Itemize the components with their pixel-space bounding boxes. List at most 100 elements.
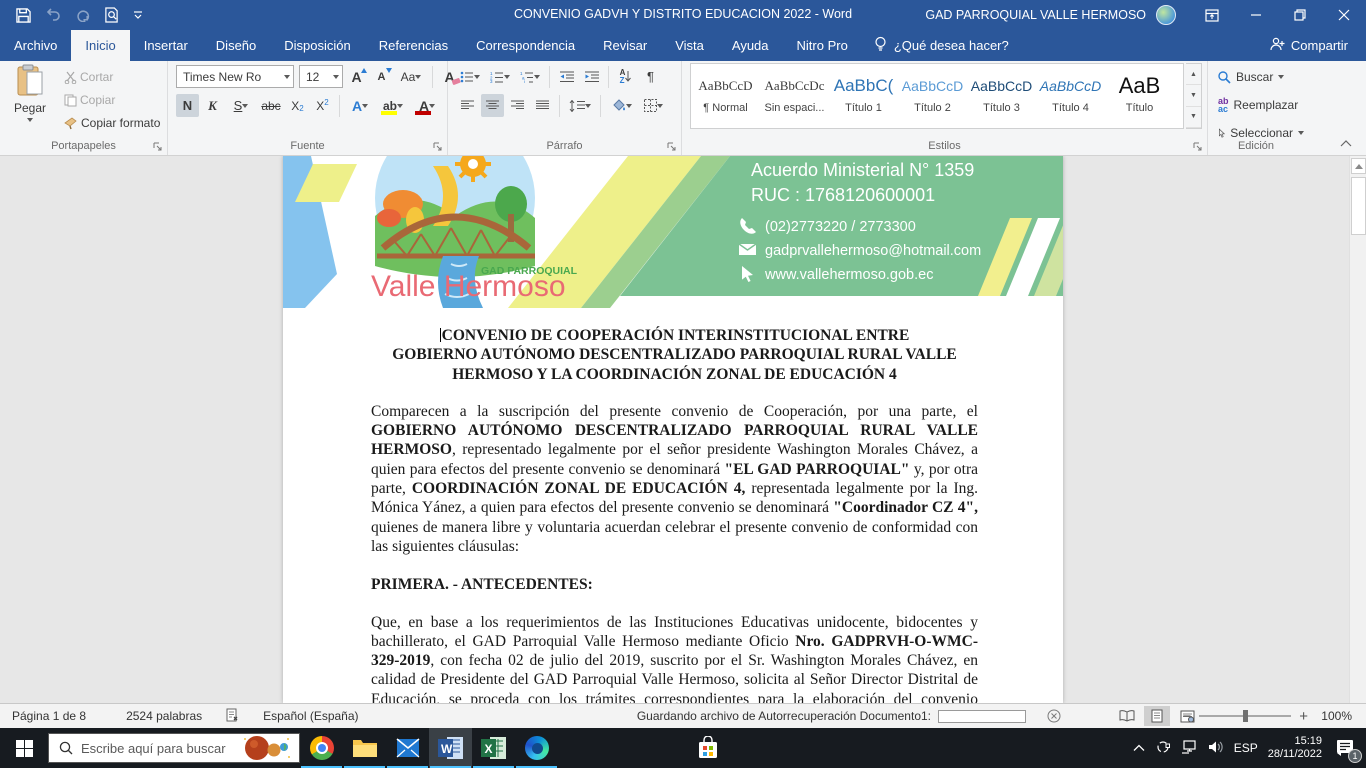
- styles-scrollbar[interactable]: ▲▼▼: [1186, 63, 1202, 129]
- tab-nitro-pro[interactable]: Nitro Pro: [783, 30, 862, 61]
- account-avatar[interactable]: [1156, 5, 1176, 25]
- zoom-slider[interactable]: [1199, 715, 1291, 717]
- increase-indent-button[interactable]: [580, 65, 603, 88]
- start-button[interactable]: [0, 728, 48, 768]
- action-center-icon[interactable]: 1: [1332, 735, 1358, 761]
- zoom-slider-thumb[interactable]: [1243, 710, 1248, 722]
- numbering-button[interactable]: 123: [486, 65, 514, 88]
- print-preview-icon[interactable]: [104, 7, 119, 23]
- taskbar-explorer-icon[interactable]: [343, 728, 386, 768]
- volume-icon[interactable]: [1208, 740, 1224, 757]
- format-painter-button[interactable]: Copiar formato: [60, 111, 164, 135]
- borders-button[interactable]: [638, 94, 668, 117]
- taskbar-search-input[interactable]: Escribe aquí para buscar: [48, 733, 300, 763]
- tab-revisar[interactable]: Revisar: [589, 30, 661, 61]
- clipboard-dialog-launcher[interactable]: [153, 142, 163, 152]
- vertical-scrollbar[interactable]: [1349, 156, 1366, 703]
- font-dialog-launcher[interactable]: [433, 142, 443, 152]
- style-normal[interactable]: AaBbCcD¶ Normal: [691, 64, 760, 128]
- highlight-button[interactable]: ab: [377, 94, 409, 117]
- multilevel-list-button[interactable]: 1ai: [516, 65, 544, 88]
- taskbar-edge-icon[interactable]: [515, 728, 558, 768]
- zoom-percentage[interactable]: 100%: [1316, 709, 1352, 723]
- tab-inicio[interactable]: Inicio: [71, 30, 129, 61]
- document-page[interactable]: Valle Hermoso GAD PARROQUIAL Acuerdo Min…: [283, 156, 1063, 703]
- language-indicator[interactable]: ESP: [1234, 741, 1258, 755]
- font-family-combo[interactable]: Times New Ro: [176, 65, 294, 88]
- grow-font-button[interactable]: A: [345, 65, 368, 88]
- replace-button[interactable]: abac Reemplazar: [1208, 93, 1304, 117]
- zoom-in-button[interactable]: +: [1299, 708, 1308, 725]
- tab-disposicion[interactable]: Disposición: [270, 30, 364, 61]
- justify-button[interactable]: [531, 94, 554, 117]
- close-button[interactable]: [1322, 0, 1366, 30]
- copy-button[interactable]: Copiar: [60, 88, 119, 112]
- taskbar-excel-icon[interactable]: X: [472, 728, 515, 768]
- bullets-button[interactable]: [456, 65, 484, 88]
- shading-button[interactable]: [606, 94, 636, 117]
- underline-button[interactable]: S: [226, 94, 256, 117]
- ribbon-display-options-button[interactable]: [1190, 0, 1234, 30]
- tray-expand-icon[interactable]: [1133, 741, 1145, 755]
- paste-button[interactable]: Pegar: [4, 64, 56, 136]
- paragraph-dialog-launcher[interactable]: [667, 142, 677, 152]
- minimize-button[interactable]: [1234, 0, 1278, 30]
- customize-qat-icon[interactable]: [133, 10, 143, 20]
- styles-dialog-launcher[interactable]: [1193, 142, 1203, 152]
- align-center-button[interactable]: [481, 94, 504, 117]
- find-button[interactable]: Buscar: [1208, 65, 1304, 89]
- cut-button[interactable]: Cortar: [60, 65, 117, 89]
- shrink-font-button[interactable]: A: [370, 65, 393, 88]
- line-spacing-button[interactable]: [565, 94, 595, 117]
- network-icon[interactable]: [1181, 740, 1198, 757]
- text-effects-button[interactable]: A: [345, 94, 375, 117]
- tab-insertar[interactable]: Insertar: [130, 30, 202, 61]
- tab-ayuda[interactable]: Ayuda: [718, 30, 783, 61]
- font-color-button[interactable]: A: [411, 94, 443, 117]
- language-indicator[interactable]: Español (España): [251, 709, 370, 723]
- print-layout-button[interactable]: [1144, 706, 1170, 726]
- bold-button[interactable]: N: [176, 94, 199, 117]
- taskbar-mail-icon[interactable]: [386, 728, 429, 768]
- scroll-up-button[interactable]: [1351, 158, 1366, 174]
- taskbar-store-icon[interactable]: [686, 728, 729, 768]
- zoom-out-button[interactable]: −: [1182, 708, 1191, 725]
- style-titulo-4[interactable]: AaBbCcDTítulo 4: [1036, 64, 1105, 128]
- italic-button[interactable]: K: [201, 94, 224, 117]
- collapse-ribbon-button[interactable]: [1340, 137, 1352, 151]
- word-count[interactable]: 2524 palabras: [114, 709, 214, 723]
- tab-archivo[interactable]: Archivo: [0, 30, 71, 61]
- document-body[interactable]: CONVENIO DE COOPERACIÓN INTERINSTITUCION…: [371, 308, 978, 703]
- read-mode-button[interactable]: [1114, 706, 1140, 726]
- strikethrough-button[interactable]: abc: [258, 94, 284, 117]
- restore-button[interactable]: [1278, 0, 1322, 30]
- taskbar-word-icon[interactable]: W: [429, 728, 472, 768]
- align-left-button[interactable]: [456, 94, 479, 117]
- style-titulo[interactable]: AaBTítulo: [1105, 64, 1174, 128]
- cancel-save-icon[interactable]: [1047, 709, 1061, 726]
- change-case-button[interactable]: Aa: [395, 65, 427, 88]
- tab-referencias[interactable]: Referencias: [365, 30, 462, 61]
- account-name[interactable]: GAD PARROQUIAL VALLE HERMOSO: [925, 8, 1146, 22]
- proofing-icon[interactable]: [214, 708, 251, 725]
- subscript-button[interactable]: X2: [286, 94, 309, 117]
- touch-keyboard-icon[interactable]: [1155, 740, 1171, 757]
- tab-correspondencia[interactable]: Correspondencia: [462, 30, 589, 61]
- sort-button[interactable]: AZ: [614, 65, 637, 88]
- tell-me-box[interactable]: ¿Qué desea hacer?: [862, 30, 1021, 61]
- redo-icon[interactable]: [75, 8, 90, 22]
- tray-clock[interactable]: 15:19 28/11/2022: [1268, 735, 1322, 761]
- show-marks-button[interactable]: ¶: [639, 65, 662, 88]
- tab-vista[interactable]: Vista: [661, 30, 718, 61]
- style-titulo-3[interactable]: AaBbCcDTítulo 3: [967, 64, 1036, 128]
- share-button[interactable]: Compartir: [1252, 30, 1366, 61]
- superscript-button[interactable]: X2: [311, 94, 334, 117]
- align-right-button[interactable]: [506, 94, 529, 117]
- font-size-combo[interactable]: 12: [299, 65, 343, 88]
- undo-icon[interactable]: [45, 8, 61, 22]
- page-indicator[interactable]: Página 1 de 8: [0, 709, 98, 723]
- style-titulo-1[interactable]: AaBbC(Título 1: [829, 64, 898, 128]
- save-icon[interactable]: [16, 8, 31, 23]
- decrease-indent-button[interactable]: [555, 65, 578, 88]
- style-titulo-2[interactable]: AaBbCcDTítulo 2: [898, 64, 967, 128]
